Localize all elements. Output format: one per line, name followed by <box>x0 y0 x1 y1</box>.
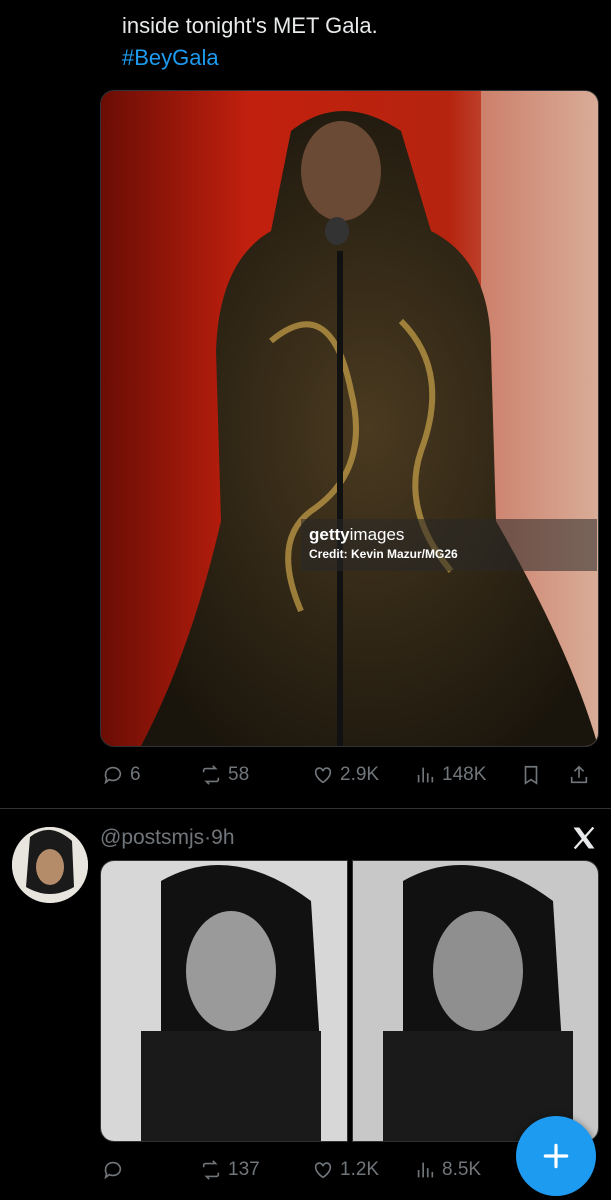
views-icon <box>417 1162 434 1178</box>
views-count: 148K <box>442 764 487 785</box>
repost-count: 58 <box>228 764 250 785</box>
repost-button[interactable]: 58 <box>200 760 249 790</box>
reply-icon <box>104 1161 122 1180</box>
share-icon <box>570 765 588 784</box>
heart-icon <box>314 767 332 784</box>
like-button[interactable]: 2.9K <box>312 760 379 790</box>
tweet-body: inside tonight's MET Gala. <box>122 13 378 38</box>
reply-count: 6 <box>130 764 141 785</box>
heart-icon <box>314 1162 332 1179</box>
photo-credit: Credit: Kevin Mazur/MG26 <box>309 547 458 561</box>
plus-icon <box>543 1143 569 1169</box>
bookmark-icon <box>524 765 538 785</box>
reply-icon <box>104 766 122 785</box>
watermark-brand-suffix: images <box>349 525 405 544</box>
tweet-photo-left[interactable] <box>100 860 348 1142</box>
watermark-brand: getty <box>309 525 350 544</box>
tweet-divider <box>0 808 611 809</box>
repost-button[interactable]: 137 <box>200 1155 260 1185</box>
share-button[interactable] <box>568 760 590 790</box>
avatar-image <box>12 827 88 903</box>
x-logo-icon <box>573 826 595 850</box>
photo-watermark: gettyimages Credit: Kevin Mazur/MG26 <box>301 519 597 571</box>
views-button[interactable]: 8.5K <box>414 1155 481 1185</box>
repost-count: 137 <box>228 1159 260 1180</box>
hashtag-link[interactable]: #BeyGala <box>122 42 378 74</box>
handle-text: @postsmjs <box>100 826 205 849</box>
like-button[interactable]: 1.2K <box>312 1155 379 1185</box>
like-count: 1.2K <box>340 1159 380 1180</box>
avatar[interactable] <box>12 827 88 903</box>
reply-button[interactable] <box>102 1155 130 1185</box>
views-icon <box>417 767 434 783</box>
bookmark-button[interactable] <box>520 760 542 790</box>
tweet-text: inside tonight's MET Gala. #BeyGala <box>122 10 378 74</box>
views-count: 8.5K <box>442 1159 482 1180</box>
post-time: 9h <box>211 826 235 849</box>
like-count: 2.9K <box>340 764 380 785</box>
photo-illustration-left <box>101 861 347 1141</box>
tweet-photo-right[interactable] <box>352 860 599 1142</box>
reply-button[interactable]: 6 <box>102 760 141 790</box>
photo-illustration-right <box>353 861 598 1141</box>
repost-icon <box>202 1160 220 1180</box>
photo-illustration <box>101 91 598 746</box>
tweet-photo[interactable]: gettyimages Credit: Kevin Mazur/MG26 <box>100 90 599 747</box>
author-handle[interactable]: @postsmjs·9h <box>100 826 235 850</box>
repost-icon <box>202 765 220 785</box>
views-button[interactable]: 148K <box>414 760 486 790</box>
compose-button[interactable] <box>516 1116 596 1196</box>
tweet-actions: 6 58 2.9K 148K <box>100 760 600 790</box>
